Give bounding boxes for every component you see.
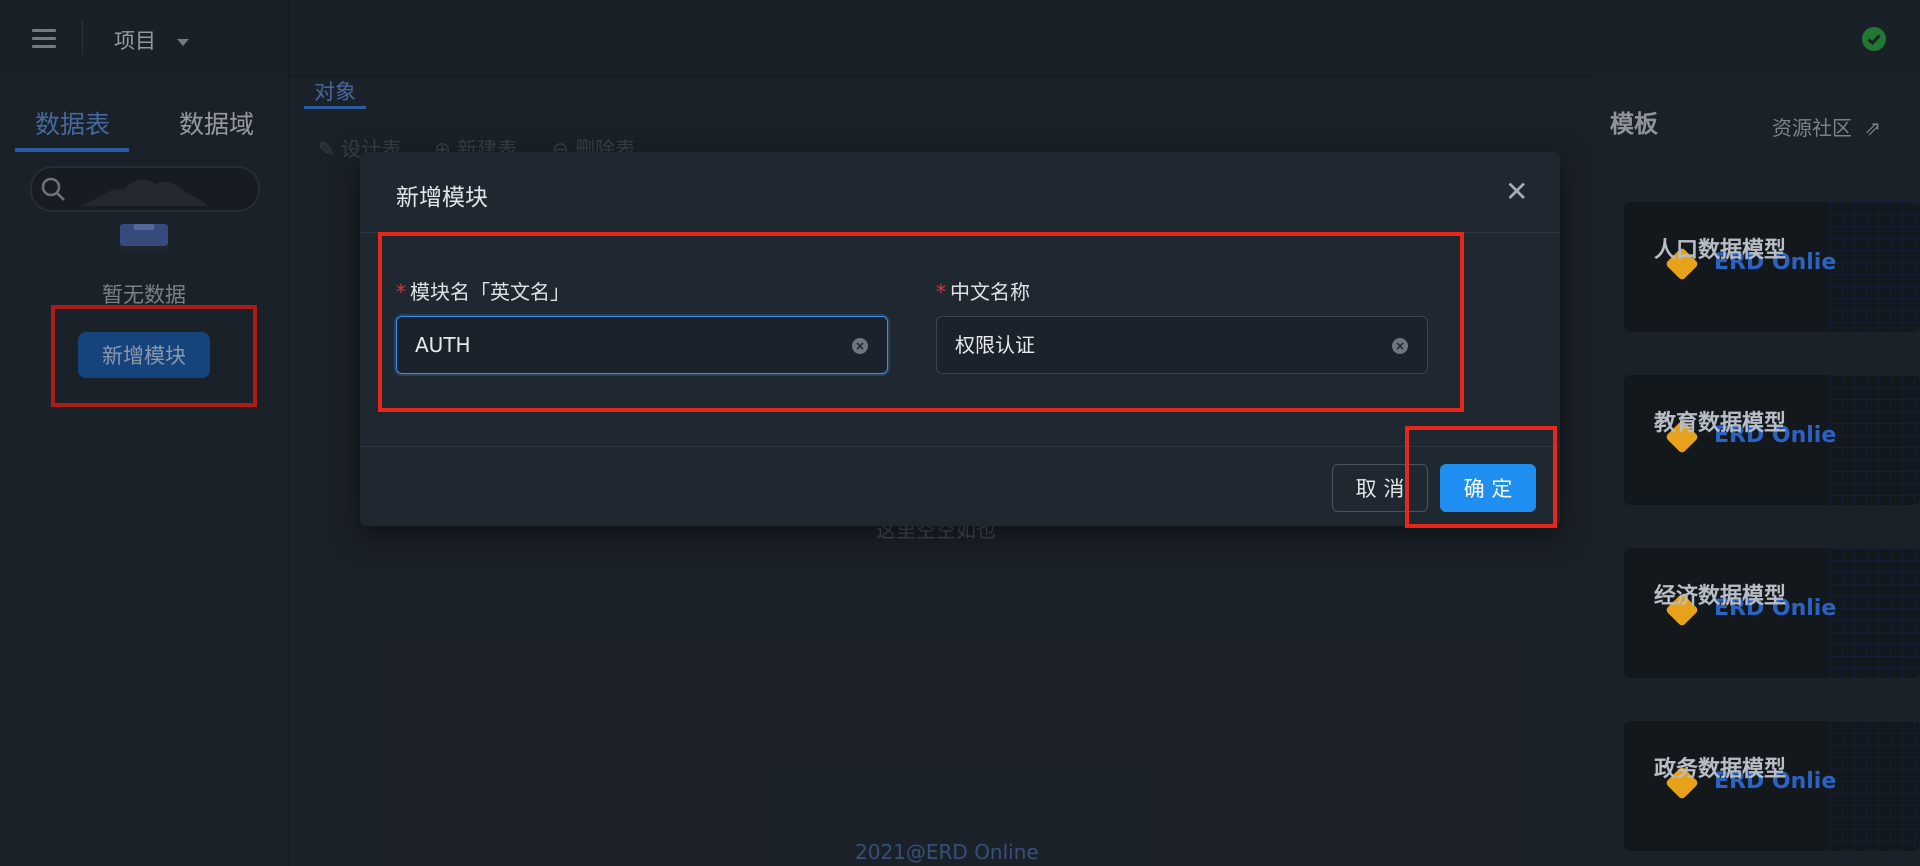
dialog-title: 新增模块: [396, 185, 488, 211]
template-name: 政务数据模型: [1654, 757, 1787, 782]
dialog-footer-divider: [360, 446, 1560, 447]
highlight-box-confirm: [1405, 426, 1557, 528]
template-name: 教育数据模型: [1654, 411, 1787, 436]
close-icon[interactable]: ✕: [1505, 178, 1528, 206]
template-name: 人口数据模型: [1654, 238, 1787, 263]
template-name: 经济数据模型: [1654, 584, 1787, 609]
highlight-box-fields: [378, 232, 1464, 412]
